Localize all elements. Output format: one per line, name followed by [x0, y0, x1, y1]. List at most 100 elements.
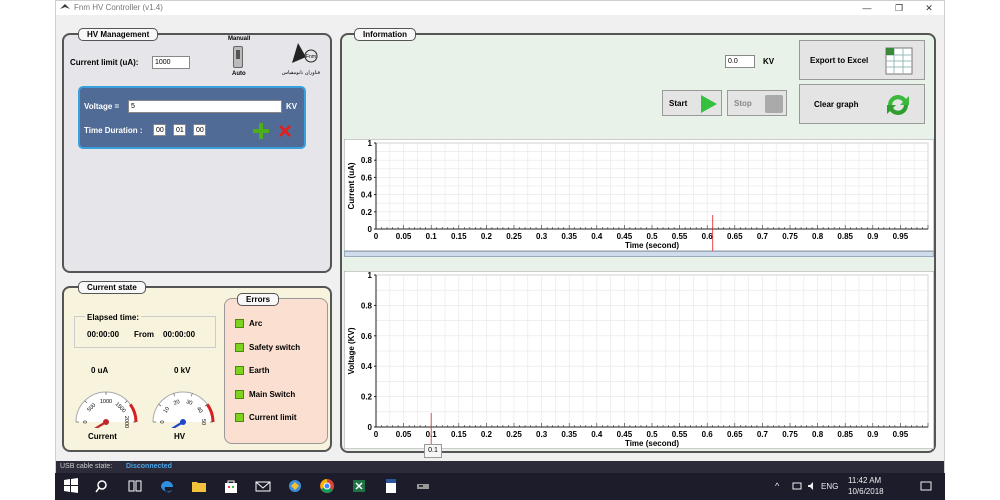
current-gauge-caption: Current	[88, 432, 117, 441]
clear-graph-button[interactable]: Clear graph	[799, 84, 925, 124]
status-bar: USB cable state: Disconnected	[56, 461, 944, 473]
gauge-tick-label: 1000	[100, 399, 112, 405]
y-axis-label: Voltage (KV)	[347, 327, 356, 374]
x-tick-label: 0.2	[481, 232, 493, 241]
store-icon[interactable]	[223, 478, 239, 494]
remove-step-icon[interactable]	[277, 123, 293, 139]
x-tick-label: 0.95	[893, 232, 909, 241]
duration-hours-input[interactable]	[153, 124, 166, 136]
close-button[interactable]: ✕	[914, 1, 944, 15]
y-tick-label: 0.8	[361, 156, 373, 165]
y-tick-label: 0	[368, 225, 373, 234]
task-view-icon[interactable]	[127, 478, 143, 494]
errors-legend: Errors	[237, 293, 280, 306]
file-explorer-icon[interactable]	[191, 478, 207, 494]
duration-minutes-input[interactable]	[173, 124, 186, 136]
chrome-icon[interactable]	[319, 478, 335, 494]
information-panel: Information KV Start Stop Export to Exce…	[340, 28, 936, 453]
stop-icon	[765, 95, 783, 113]
app-window: Fnm HV Controller (v1.4) — ❐ ✕ HV Manage…	[55, 0, 945, 473]
x-tick-label: 0.75	[782, 430, 798, 439]
current-gauge: 05001000 15002000	[75, 391, 138, 428]
mode-toggle-switch[interactable]	[233, 46, 243, 68]
program-step-box: Voltage = KV Time Duration :	[78, 86, 306, 149]
current-limit-input[interactable]	[152, 56, 190, 69]
x-tick-label: 0.4	[591, 232, 603, 241]
voltage-chart: 0 0.05 0.1 0.15 0.2 0.25 0.3 0.35 0.4 0.45 0.5 0.55…	[344, 271, 934, 449]
y-tick-label: 0.4	[361, 191, 373, 200]
tray-expand-icon[interactable]: ^	[775, 481, 779, 491]
x-tick-label: 0.15	[451, 430, 467, 439]
x-tick-label: 0.4	[591, 430, 603, 439]
volume-icon[interactable]	[807, 481, 817, 491]
app-logo-icon	[60, 4, 70, 9]
language-indicator[interactable]: ENG	[821, 482, 838, 491]
errors-panel: Errors Arc Safety switch Earth Main Switch C…	[224, 293, 328, 444]
add-step-icon[interactable]	[252, 122, 270, 140]
x-tick-label: 0.1	[426, 232, 438, 241]
maximize-button[interactable]: ❐	[884, 1, 914, 15]
export-excel-label: Export to Excel	[810, 56, 869, 65]
x-tick-label: 0.55	[672, 232, 688, 241]
current-state-legend: Current state	[78, 281, 146, 294]
edge-icon[interactable]	[159, 478, 175, 494]
x-tick-label: 0.2	[481, 430, 493, 439]
stop-button[interactable]: Stop	[727, 90, 787, 116]
duration-label: Time Duration :	[84, 126, 143, 135]
x-tick-label: 0.8	[812, 232, 824, 241]
gauge-hub	[103, 419, 109, 425]
excel-icon[interactable]	[351, 478, 367, 494]
hv-gauge-caption: HV	[174, 432, 186, 441]
windows-start-icon[interactable]	[63, 478, 79, 494]
error-indicator	[235, 342, 244, 352]
minimize-button[interactable]: —	[852, 1, 882, 15]
hv-management-panel: HV Management Current limit (uA): Manual…	[62, 28, 332, 273]
x-tick-label: 0.15	[451, 232, 467, 241]
logo-text: فناوران نانومقیاس	[282, 70, 321, 76]
gauge-tick-label: 0	[160, 420, 166, 423]
export-excel-button[interactable]: Export to Excel	[799, 40, 925, 80]
kv-setpoint-input[interactable]	[725, 55, 755, 68]
search-icon[interactable]	[95, 478, 111, 494]
x-tick-label: 0.3	[536, 430, 548, 439]
cursor-tooltip: 0.1	[424, 444, 442, 458]
error-label: Arc	[249, 319, 263, 328]
x-tick-label: 0	[374, 232, 379, 241]
elapsed-time-label: Elapsed time:	[85, 313, 142, 322]
window-title: Fnm HV Controller (v1.4)	[74, 3, 163, 12]
error-label: Current limit	[249, 413, 297, 422]
x-tick-label: 0.7	[757, 232, 769, 241]
y-tick-label: 0.2	[361, 393, 373, 402]
x-tick-label: 0.05	[396, 232, 412, 241]
x-tick-label: 0.45	[617, 430, 633, 439]
chart-splitter[interactable]	[344, 251, 934, 257]
y-tick-label: 0.8	[361, 301, 373, 310]
x-tick-label: 0.25	[506, 430, 522, 439]
usb-state-value: Disconnected	[126, 463, 172, 470]
x-tick-label: 0.55	[672, 430, 688, 439]
app-icon[interactable]	[287, 478, 303, 494]
mail-icon[interactable]	[255, 478, 271, 494]
start-button[interactable]: Start	[662, 90, 722, 116]
network-icon[interactable]	[792, 481, 802, 491]
taskbar-date[interactable]: 10/6/2018	[848, 487, 884, 496]
title-bar: Fnm HV Controller (v1.4) — ❐ ✕	[56, 1, 944, 15]
y-axis-label: Current (uA)	[347, 162, 356, 209]
x-tick-label: 0.65	[727, 430, 743, 439]
x-tick-label: 0.25	[506, 232, 522, 241]
elapsed-time-box: Elapsed time: 00:00:00 From 00:00:00	[74, 313, 216, 348]
current-chart: 0 0.05 0.1 0.15 0.2 0.25 0.3 0.35 0.4 0.45 0.5 0.55…	[344, 139, 934, 251]
hv-reading: 0 kV	[174, 366, 191, 375]
from-time-value: 00:00:00	[163, 330, 196, 339]
taskbar-time[interactable]: 11:42 AM	[848, 476, 881, 485]
current-limit-label: Current limit (uA):	[70, 58, 139, 67]
y-tick-label: 0.2	[361, 208, 373, 217]
duration-seconds-input[interactable]	[193, 124, 206, 136]
y-tick-label: 0.4	[361, 362, 373, 371]
notifications-icon[interactable]	[920, 481, 932, 492]
voltage-input[interactable]	[128, 100, 282, 113]
word-icon[interactable]	[383, 478, 399, 494]
x-tick-label: 0.6	[702, 232, 714, 241]
x-axis-label: Time (second)	[625, 241, 679, 250]
device-icon[interactable]	[415, 478, 431, 494]
